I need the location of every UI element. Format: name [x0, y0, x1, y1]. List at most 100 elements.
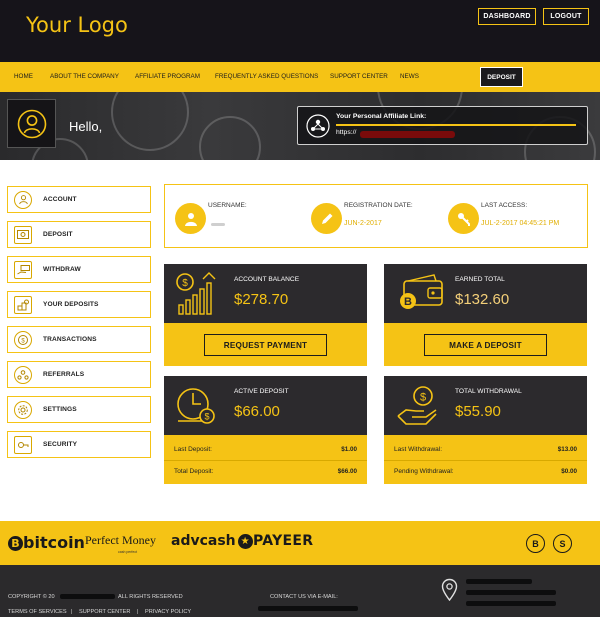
registration-date-value: JUN-2-2017: [344, 220, 382, 227]
total-withdrawal-label: TOTAL WITHDRAWAL: [455, 388, 522, 395]
clock-coin-icon: $: [177, 388, 215, 424]
coin-icon: $: [14, 330, 32, 349]
perfect-money-tagline: cash perfect: [118, 550, 138, 554]
username-redaction: [211, 223, 225, 226]
skrill-icon[interactable]: S: [553, 534, 572, 553]
growth-chart-icon: $: [176, 272, 216, 315]
sidebar-item-settings[interactable]: SETTINGS: [7, 396, 151, 423]
sidebar-item-your-deposits[interactable]: YOUR DEPOSITS: [7, 291, 151, 318]
gear-icon: [14, 400, 32, 419]
address-redaction-1: [466, 579, 532, 584]
footer-link-privacy[interactable]: PRIVACY POLICY: [145, 609, 191, 615]
username-icon: [175, 203, 206, 234]
account-balance-amount: $278.70: [234, 291, 289, 308]
security-icon: [14, 435, 32, 454]
nav-support[interactable]: SUPPORT CENTER: [330, 73, 388, 80]
sidebar-item-referrals[interactable]: REFERRALS: [7, 361, 151, 388]
copyright-redaction: [60, 594, 115, 599]
address-redaction-2: [466, 590, 556, 595]
copyright-prefix: COPYRIGHT © 20: [8, 594, 55, 600]
hand-cash-icon: [14, 260, 32, 279]
star-icon: ★: [237, 534, 253, 549]
sidebar-item-label: YOUR DEPOSITS: [43, 301, 99, 308]
earned-total-amount: $132.60: [455, 291, 510, 308]
active-deposit-amount: $66.00: [234, 403, 280, 420]
welcome-banner: Hello, Your Personal Affiliate Link: htt…: [0, 92, 600, 160]
hand-coin-icon: $: [397, 386, 437, 425]
make-deposit-button[interactable]: MAKE A DEPOSIT: [424, 334, 547, 356]
user-icon: [14, 190, 32, 209]
copyright-rights: ALL RIGHTS RESERVED: [118, 594, 183, 600]
nav-home[interactable]: HOME: [14, 73, 33, 80]
nav-affiliate[interactable]: AFFILIATE PROGRAM: [135, 73, 200, 80]
site-logo[interactable]: Your Logo: [26, 13, 128, 37]
avatar: [7, 99, 56, 148]
address-redaction-3: [466, 601, 556, 606]
footer-separator: |: [71, 609, 73, 615]
svg-text:B: B: [404, 296, 412, 308]
footer-link-terms[interactable]: TERMS OF SERVICES: [8, 609, 67, 615]
account-balance-label: ACCOUNT BALANCE: [234, 276, 300, 283]
sidebar-item-deposit[interactable]: DEPOSIT: [7, 221, 151, 248]
username-label: USERNAME:: [208, 202, 247, 209]
bitcoin-b-icon: B: [8, 536, 23, 551]
sidebar-item-label: SECURITY: [43, 441, 78, 448]
nav-faq[interactable]: FREQUENTLY ASKED QUESTIONS: [215, 73, 318, 80]
active-deposit-label: ACTIVE DEPOSIT: [234, 388, 289, 395]
last-withdrawal-value: $13.00: [557, 446, 577, 453]
advcash-logo: advcash ★: [171, 533, 253, 549]
nav-deposit-button[interactable]: DEPOSIT: [480, 67, 523, 87]
top-bar: Your Logo DASHBOARD LOGOUT: [0, 0, 600, 62]
email-redaction: [258, 606, 358, 611]
bitcoin-logo: Bbitcoin: [8, 533, 85, 552]
sidebar-item-transactions[interactable]: $ TRANSACTIONS: [7, 326, 151, 353]
last-withdrawal-label: Last Withdrawal:: [394, 446, 443, 453]
account-balance-card: $ ACCOUNT BALANCE $278.70 REQUEST PAYMEN…: [164, 264, 367, 366]
greeting-text: Hello,: [69, 119, 103, 134]
sidebar-item-withdraw[interactable]: WITHDRAW: [7, 256, 151, 283]
footer-separator: |: [137, 609, 139, 615]
payeer-logo: PAYEER: [253, 533, 314, 549]
sidebar-item-label: ACCOUNT: [43, 196, 77, 203]
pencil-icon: [311, 203, 342, 234]
total-withdrawal-card: $ TOTAL WITHDRAWAL $55.90 Last Withdrawa…: [384, 376, 587, 484]
total-withdrawal-amount: $55.90: [455, 403, 501, 420]
logout-button[interactable]: LOGOUT: [543, 8, 589, 25]
bitcoin-circle-icon[interactable]: B: [526, 534, 545, 553]
active-deposit-card: $ ACTIVE DEPOSIT $66.00 Last Deposit: $1…: [164, 376, 367, 484]
sidebar-item-label: TRANSACTIONS: [43, 336, 97, 343]
sidebar-item-security[interactable]: SECURITY: [7, 431, 151, 458]
affiliate-network-icon: [306, 114, 330, 138]
nav-news[interactable]: NEWS: [400, 73, 419, 80]
last-deposit-value: $1.00: [341, 446, 357, 453]
affiliate-link-title: Your Personal Affiliate Link:: [336, 113, 427, 120]
total-deposit-label: Total Deposit:: [174, 468, 214, 475]
earned-total-card: B EARNED TOTAL $132.60 MAKE A DEPOSIT: [384, 264, 587, 366]
footer-link-support[interactable]: SUPPORT CENTER: [79, 609, 130, 615]
last-access-label: LAST ACCESS:: [481, 202, 528, 209]
affiliate-link-url[interactable]: https://: [336, 129, 356, 136]
last-access-value: JUL-2-2017 04:45:21 PM: [481, 220, 560, 227]
dashboard-button[interactable]: DASHBOARD: [478, 8, 536, 25]
contact-email-label: CONTACT US VIA E-MAIL:: [270, 594, 338, 600]
sidebar-item-account[interactable]: ACCOUNT: [7, 186, 151, 213]
request-payment-button[interactable]: REQUEST PAYMENT: [204, 334, 327, 356]
affiliate-link-box: Your Personal Affiliate Link: https://: [297, 106, 588, 145]
row-divider: [164, 460, 367, 461]
svg-text:$: $: [420, 392, 426, 404]
registration-date-label: REGISTRATION DATE:: [344, 202, 413, 209]
sidebar-item-label: REFERRALS: [43, 371, 85, 378]
sidebar-item-label: SETTINGS: [43, 406, 77, 413]
affiliate-divider: [336, 124, 576, 126]
svg-text:$: $: [204, 412, 209, 422]
referrals-icon: [14, 365, 32, 384]
svg-text:$: $: [21, 338, 25, 344]
sidebar-item-label: DEPOSIT: [43, 231, 73, 238]
footer: COPYRIGHT © 20 ALL RIGHTS RESERVED CONTA…: [0, 565, 600, 617]
pending-withdrawal-label: Pending Withdrawal:: [394, 468, 454, 475]
nav-about[interactable]: ABOUT THE COMPANY: [50, 73, 119, 80]
coins-icon: [14, 295, 32, 314]
wallet-icon: B: [400, 274, 443, 309]
affiliate-link-redaction: [360, 131, 455, 138]
cash-icon: [14, 225, 32, 244]
